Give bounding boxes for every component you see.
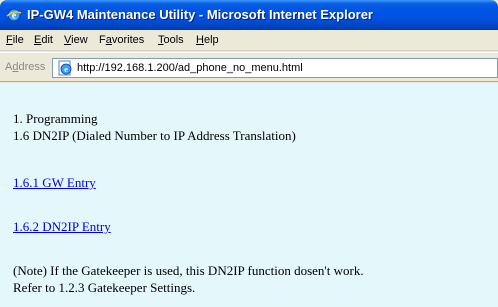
ie-icon: e	[6, 8, 22, 22]
window-title: IP-GW4 Maintenance Utility - Microsoft I…	[27, 7, 373, 22]
note-text-line1: (Note) If the Gatekeeper is used, this D…	[13, 263, 364, 278]
menu-tools[interactable]: Tools	[158, 34, 184, 47]
menu-favorites-label: vorites	[111, 34, 145, 46]
address-bar: Address e http://192.168.1.200/ad_phone_…	[0, 52, 498, 82]
link-dn2ip-entry[interactable]: 1.6.2 DN2IP Entry	[13, 219, 111, 235]
section-heading-dn2ip: 1.6 DN2IP (Dialed Number to IP Address T…	[13, 128, 296, 143]
menu-help-label: elp	[203, 34, 219, 46]
menu-file-mnemonic: F	[6, 34, 13, 46]
note-text-line2: Refer to 1.2.3 Gatekeeper Settings.	[13, 280, 196, 295]
menu-file-label: ile	[12, 34, 24, 46]
address-label: Address	[5, 61, 45, 73]
menu-edit[interactable]: Edit	[34, 34, 53, 47]
page-content: 1. Programming 1.6 DN2IP (Dialed Number …	[0, 83, 498, 307]
menu-edit-label: dit	[41, 34, 53, 46]
browser-window: e IP-GW4 Maintenance Utility - Microsoft…	[0, 0, 498, 307]
section-heading-programming: 1. Programming	[13, 111, 98, 126]
title-bar[interactable]: e IP-GW4 Maintenance Utility - Microsoft…	[0, 0, 498, 30]
address-input[interactable]: e http://192.168.1.200/ad_phone_no_menu.…	[52, 58, 498, 78]
menu-help-mnemonic: H	[196, 34, 204, 46]
menu-favorites[interactable]: Favorites	[99, 34, 144, 47]
menu-tools-label: ools	[163, 34, 184, 46]
address-url: http://192.168.1.200/ad_phone_no_menu.ht…	[77, 62, 303, 74]
link-gw-entry[interactable]: 1.6.1 GW Entry	[13, 175, 96, 191]
menu-view[interactable]: View	[64, 34, 88, 47]
page-icon: e	[58, 60, 72, 76]
menu-bar: File Edit View Favorites Tools Help	[0, 30, 498, 51]
address-label-suffix: dress	[18, 61, 46, 73]
menu-favorites-prefix: F	[99, 34, 106, 46]
menu-view-label: iew	[71, 34, 88, 46]
menu-help[interactable]: Help	[196, 34, 219, 47]
menu-file[interactable]: File	[6, 34, 24, 47]
svg-text:e: e	[64, 65, 68, 74]
